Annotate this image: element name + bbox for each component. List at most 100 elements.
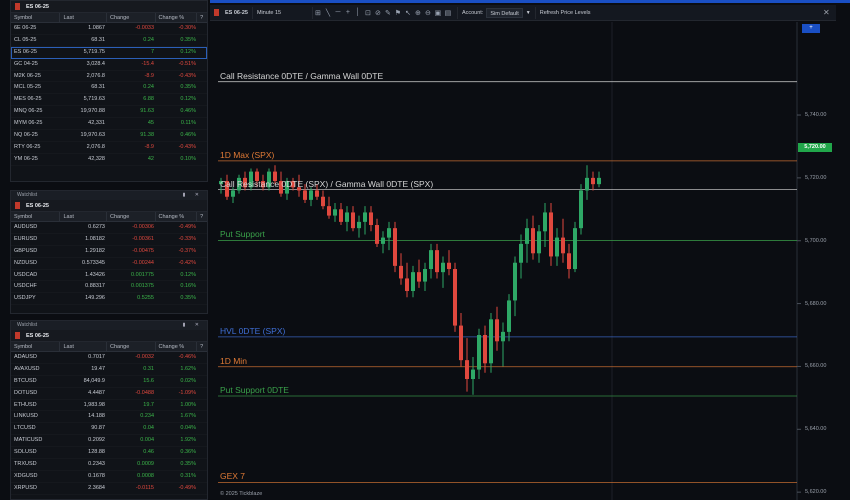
window-controls[interactable]: ▮ ✕ [183, 191, 203, 200]
line-tool-icon[interactable]: ╲ [323, 8, 333, 18]
watchlist-titlebar[interactable]: Watchlist ▮ ✕ [11, 321, 207, 330]
vertical-line-icon[interactable]: │ [353, 8, 363, 18]
table-row[interactable]: XDGUSD 0.1678 0.0008 0.31% [11, 471, 207, 483]
link-color-icon[interactable] [214, 9, 219, 16]
watchlist-symbol-bar[interactable]: ES 06-25 [11, 200, 207, 212]
window-controls[interactable]: ▮ ✕ [183, 321, 203, 330]
symbol-cell: XDGUSD [14, 472, 38, 479]
axis-tick-label: 5,700.00 [805, 237, 827, 244]
change-cell: -0.0488 [135, 389, 154, 396]
header-symbol[interactable]: Symbol [11, 13, 61, 22]
last-cell: 1.0867 [88, 25, 105, 31]
table-row[interactable]: MCL 05-25 68.31 0.24 0.35% [11, 82, 207, 95]
table-row[interactable]: XRPUSD 2.3684 -0.0115 -0.49% [11, 483, 207, 495]
table-row[interactable]: LTCUSD 90.87 0.04 0.04% [11, 423, 207, 436]
header-last[interactable]: Last [60, 342, 107, 351]
table-row[interactable]: GC 04-25 3,028.4 -15.4 -0.51% [11, 59, 207, 71]
header-change[interactable]: Change [107, 212, 156, 221]
change-cell: -0.0032 [135, 354, 154, 360]
last-cell: 0.1678 [88, 472, 105, 479]
change-pct-cell: 0.46% [180, 108, 196, 115]
draw-tools-icon[interactable]: ⊞ [313, 8, 323, 18]
close-icon[interactable]: ✕ [823, 8, 830, 17]
last-cell: 42,328 [88, 155, 105, 162]
change-pct-cell: -0.42% [178, 259, 196, 266]
watchlist-titlebar[interactable]: Watchlist ▮ ✕ [11, 191, 207, 200]
header-change-pct[interactable]: Change % [156, 13, 198, 22]
header-symbol[interactable]: Symbol [11, 342, 61, 351]
header-last[interactable]: Last [60, 212, 107, 221]
table-header: Symbol Last Change Change % ? [11, 13, 207, 23]
header-change[interactable]: Change [107, 13, 156, 22]
watchlist-symbol-bar[interactable]: ES 06-25 [11, 1, 207, 13]
table-row[interactable]: RTY 06-25 2,076.8 -8.9 -0.43% [11, 142, 207, 154]
table-row[interactable]: TRXUSD 0.2343 0.0009 0.35% [11, 459, 207, 471]
symbol-cell: MNQ 06-25 [14, 108, 43, 115]
table-row[interactable]: ETHUSD 1,983.98 19.7 1.00% [11, 400, 207, 412]
price-chart[interactable] [210, 22, 850, 500]
interval-selector[interactable]: Minute 15 [253, 6, 313, 19]
cursor-icon[interactable]: ↖ [403, 8, 413, 18]
link-color-icon[interactable] [15, 332, 20, 339]
table-row[interactable]: M2K 06-25 2,076.8 -8.9 -0.43% [11, 71, 207, 83]
help-icon[interactable]: ? [197, 212, 207, 221]
symbol-cell: USDCAD [14, 271, 38, 278]
header-change[interactable]: Change [107, 342, 156, 351]
account-dropdown[interactable]: Sim Default [486, 7, 523, 18]
change-pct-cell: 0.35% [180, 36, 196, 43]
chevron-down-icon[interactable]: ▼ [526, 10, 531, 16]
level-label: 1D Max (SPX) [220, 149, 275, 160]
account-selector[interactable]: Account: Sim Default ▼ [456, 6, 536, 19]
crosshair-icon[interactable]: + [343, 8, 353, 18]
table-row[interactable]: NZDUSD 0.573345 -0.00244 -0.42% [11, 258, 207, 270]
table-row[interactable]: GBPUSD 1.29182 -0.00475 -0.37% [11, 246, 207, 258]
header-change-pct[interactable]: Change % [156, 212, 198, 221]
table-row[interactable]: CL 05-25 68.31 0.24 0.35% [11, 35, 207, 47]
last-cell: 1,983.98 [83, 401, 105, 408]
table-row[interactable]: DOTUSD 4.4487 -0.0488 -1.09% [11, 388, 207, 400]
horizontal-line-icon[interactable]: ─ [333, 8, 343, 18]
help-icon[interactable]: ? [197, 13, 207, 22]
candle-body [441, 262, 445, 273]
last-cell: 0.6273 [88, 224, 105, 230]
pencil-icon[interactable]: ✎ [383, 8, 393, 18]
flag-icon[interactable]: ⚑ [393, 8, 403, 18]
link-color-icon[interactable] [15, 3, 20, 10]
header-change-pct[interactable]: Change % [156, 342, 198, 351]
table-row[interactable]: MYM 06-25 42,331 45 0.11% [11, 118, 207, 131]
header-last[interactable]: Last [60, 13, 107, 22]
table-row[interactable]: EURUSD 1.08182 -0.00361 -0.33% [11, 234, 207, 246]
table-row[interactable]: LINKUSD 14.188 0.234 1.67% [11, 411, 207, 424]
candle-body [327, 206, 331, 216]
template-icon[interactable]: ▤ [443, 8, 453, 18]
watchlist-rows: AUDUSD 0.6273 -0.00306 -0.49% EURUSD 1.08182 -… [11, 222, 207, 306]
link-color-icon[interactable] [15, 202, 20, 209]
zoom-out-icon[interactable]: ⊖ [423, 8, 433, 18]
table-row[interactable]: ADAUSD 0.7017 -0.0032 -0.46% [11, 352, 207, 364]
eraser-icon[interactable]: ⊘ [373, 8, 383, 18]
table-row[interactable]: BTCUSD 84,049.9 15.6 0.02% [11, 376, 207, 388]
header-symbol[interactable]: Symbol [11, 212, 61, 221]
table-row[interactable]: SOLUSD 128.88 0.46 0.36% [11, 447, 207, 460]
table-row[interactable]: NQ 06-25 19,970.63 91.38 0.46% [11, 130, 207, 142]
table-row[interactable]: AUDUSD 0.6273 -0.00306 -0.49% [11, 222, 207, 234]
candle-body [597, 177, 601, 185]
watchlist-symbol-bar[interactable]: ES 06-25 [11, 330, 207, 342]
expand-button[interactable]: + [802, 24, 820, 33]
measure-icon[interactable]: ⊡ [363, 8, 373, 18]
table-row[interactable]: MATICUSD 0.2092 0.004 1.92% [11, 435, 207, 448]
help-icon[interactable]: ? [197, 342, 207, 351]
table-row[interactable]: USDCHF 0.88317 0.001375 0.16% [11, 281, 207, 294]
table-row[interactable]: AVAXUSD 19.47 0.31 1.62% [11, 364, 207, 376]
table-row[interactable]: USDJPY 149.296 0.5255 0.35% [11, 293, 207, 306]
table-row[interactable]: ES 06-25 5,719.75 7 0.12% [11, 46, 207, 59]
zoom-in-icon[interactable]: ⊕ [413, 8, 423, 18]
table-row[interactable]: 6E 06-25 1.0867 -0.0033 -0.30% [11, 23, 207, 35]
screenshot-icon[interactable]: ▣ [433, 8, 443, 18]
table-row[interactable]: YM 06-25 42,328 42 0.10% [11, 154, 207, 166]
chart-tab[interactable]: ES 06-25 [210, 6, 253, 19]
table-row[interactable]: MES 06-25 5,719.63 6.88 0.12% [11, 94, 207, 107]
table-row[interactable]: USDCAD 1.43426 0.001775 0.12% [11, 270, 207, 282]
refresh-price-levels-button[interactable]: Refresh Price Levels [536, 7, 595, 19]
table-row[interactable]: MNQ 06-25 19,970.88 91.63 0.46% [11, 106, 207, 119]
